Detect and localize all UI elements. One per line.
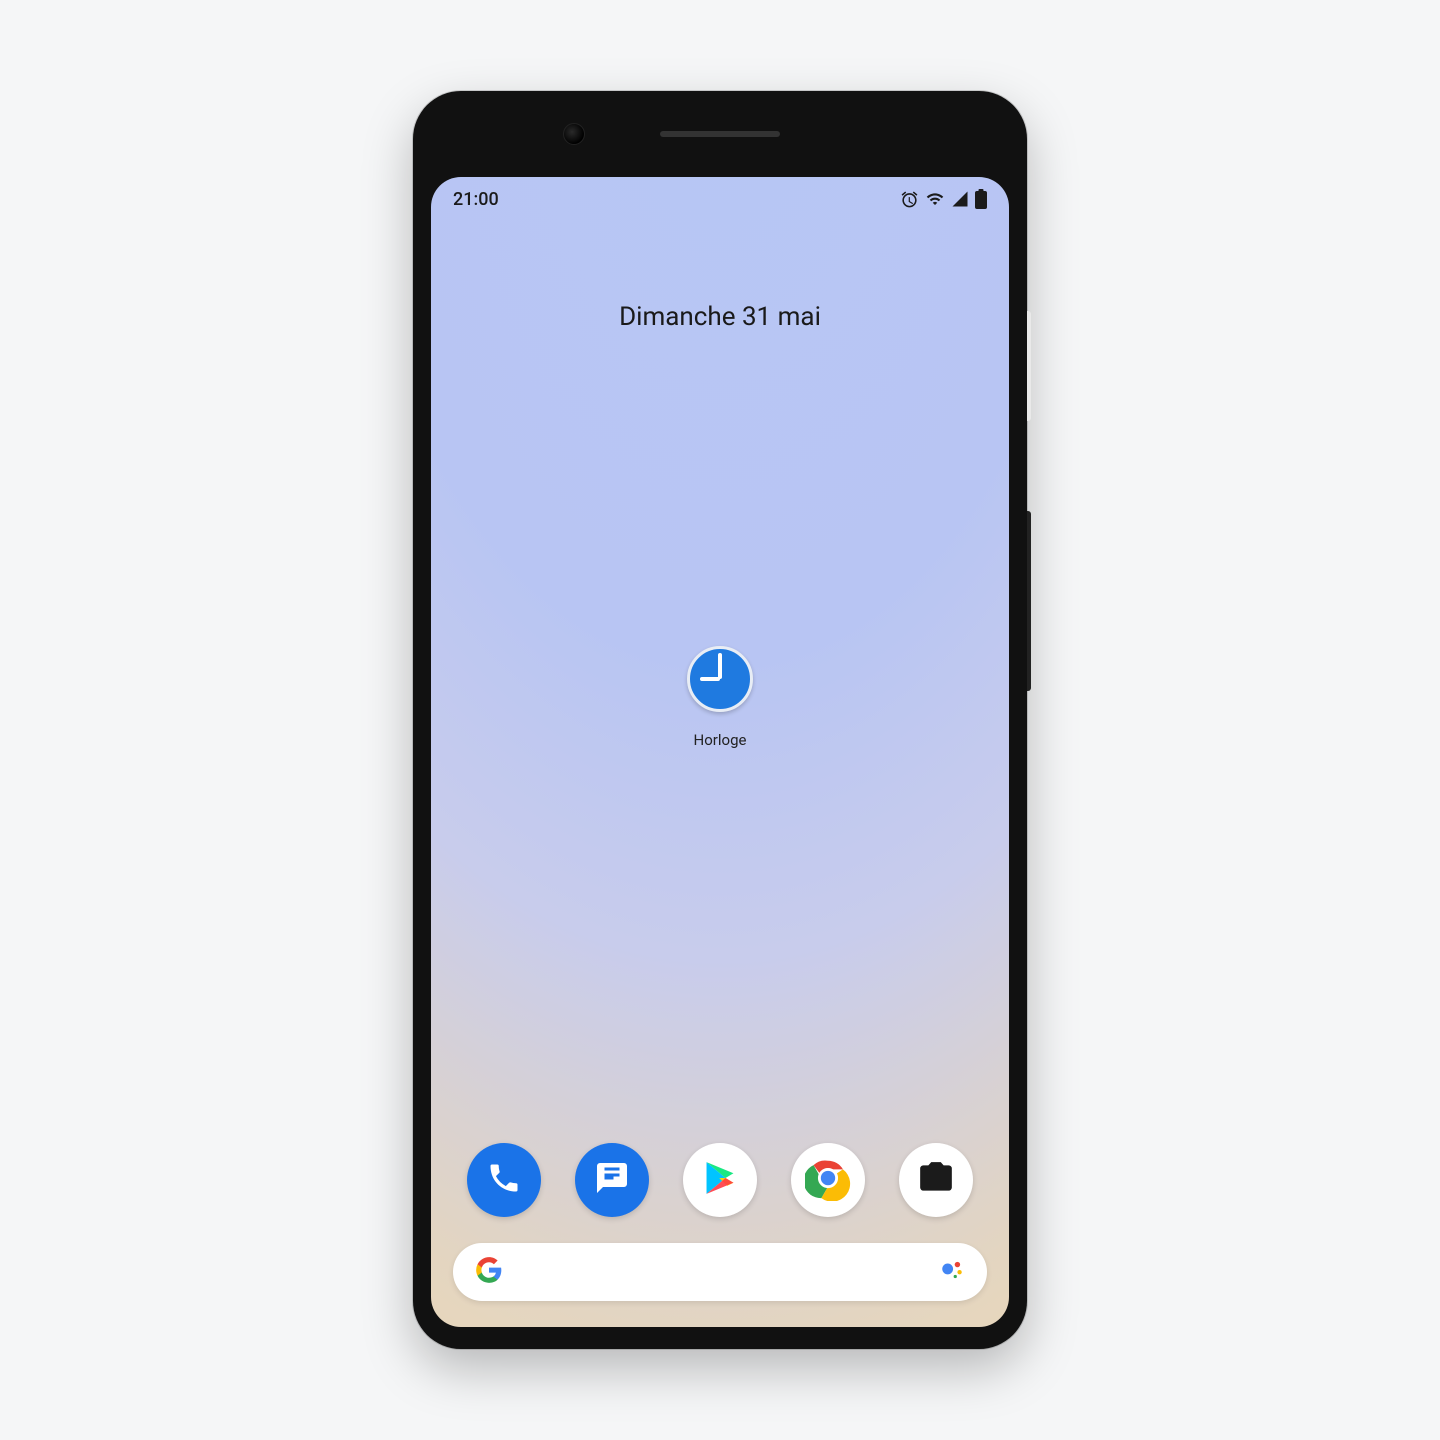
dock-app-chrome[interactable] — [791, 1143, 865, 1217]
dock-app-messages[interactable] — [575, 1143, 649, 1217]
messages-icon — [594, 1160, 630, 1200]
wifi-icon — [925, 190, 945, 208]
status-time: 21:00 — [453, 189, 499, 210]
play-store-icon — [701, 1159, 739, 1201]
speaker-grill — [660, 131, 780, 137]
power-button[interactable] — [1027, 311, 1031, 421]
dock-app-camera[interactable] — [899, 1143, 973, 1217]
google-assistant-icon[interactable] — [939, 1257, 965, 1287]
volume-rocker[interactable] — [1027, 511, 1031, 691]
camera-icon — [917, 1159, 955, 1201]
battery-icon — [975, 189, 987, 209]
app-label-clock: Horloge — [694, 731, 747, 749]
clock-icon — [678, 637, 762, 721]
dock-app-play-store[interactable] — [683, 1143, 757, 1217]
phone-icon — [486, 1160, 522, 1200]
alarm-icon — [900, 190, 919, 209]
status-bar[interactable]: 21:00 — [431, 177, 1009, 221]
phone-frame: 21:00 Dimanche 31 mai — [413, 91, 1027, 1349]
date-widget[interactable]: Dimanche 31 mai — [431, 302, 1009, 332]
dock-app-phone[interactable] — [467, 1143, 541, 1217]
signal-icon — [951, 190, 969, 208]
app-shortcut-clock[interactable]: Horloge — [431, 637, 1009, 749]
dock — [431, 1143, 1009, 1217]
google-search-bar[interactable] — [453, 1243, 987, 1301]
date-text: Dimanche 31 mai — [619, 302, 821, 332]
google-g-icon — [475, 1256, 503, 1288]
phone-bezel-top — [413, 91, 1027, 177]
chrome-icon — [805, 1155, 851, 1205]
front-camera — [563, 123, 585, 145]
status-indicators — [900, 189, 987, 209]
phone-screen[interactable]: 21:00 Dimanche 31 mai — [431, 177, 1009, 1327]
